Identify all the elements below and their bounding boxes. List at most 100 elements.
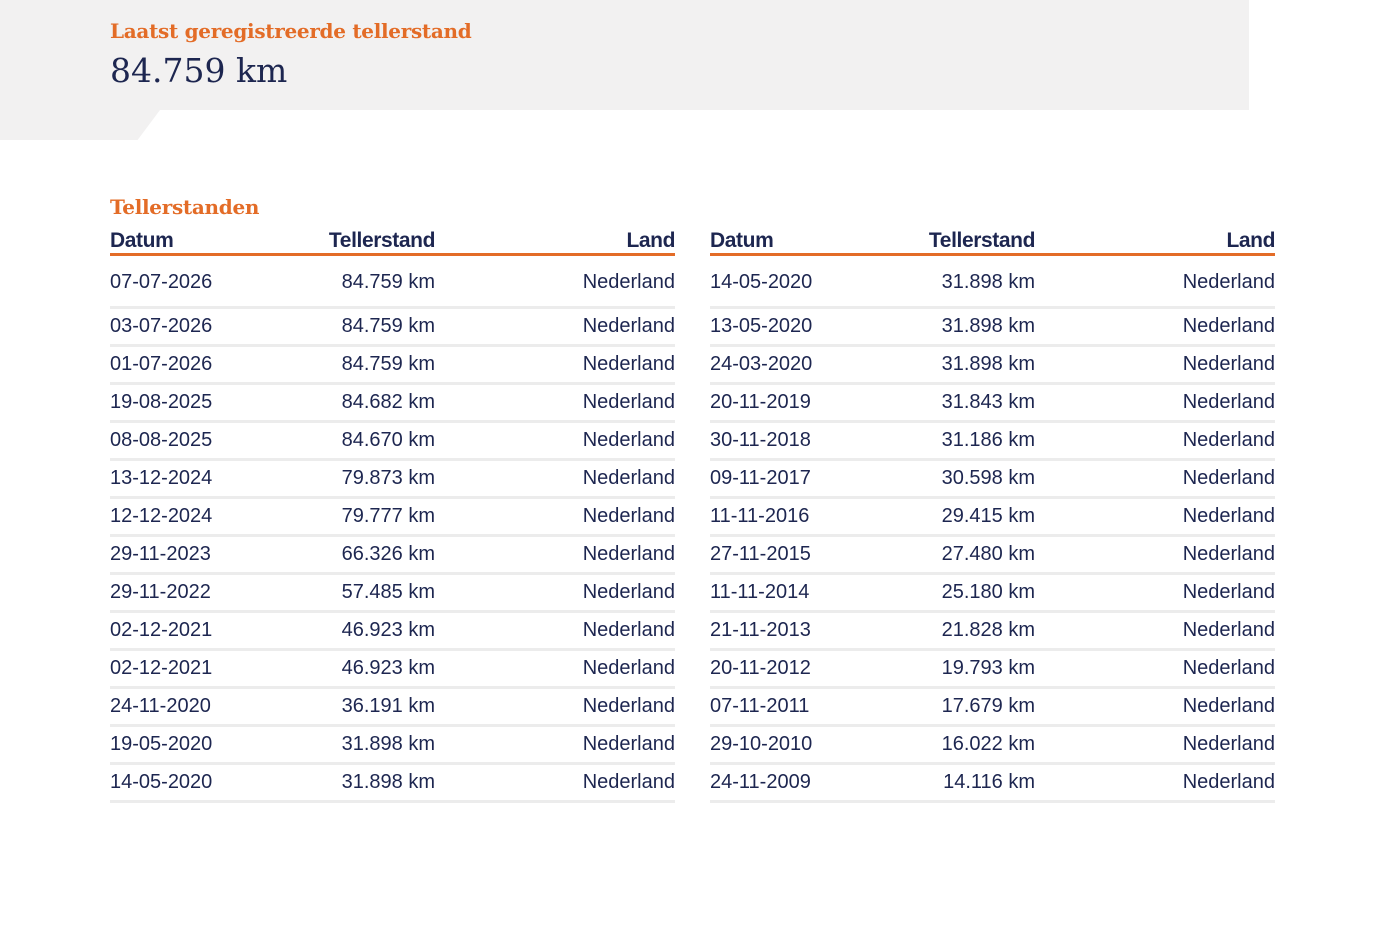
table-row: 19-05-2020 31.898 km Nederland [110, 725, 675, 765]
table-row: 02-12-2021 46.923 km Nederland [110, 649, 675, 689]
cell-date: 11-11-2016 [710, 497, 870, 537]
cell-odometer: 29.415 km [870, 497, 1035, 537]
cell-odometer: 84.759 km [270, 345, 435, 385]
table-row: 24-03-2020 31.898 km Nederland [710, 345, 1275, 385]
cell-date: 07-07-2026 [110, 254, 270, 309]
cell-odometer: 84.682 km [270, 383, 435, 423]
cell-odometer: 17.679 km [870, 687, 1035, 727]
table-row: 20-11-2019 31.843 km Nederland [710, 383, 1275, 423]
column-header-odometer: Tellerstand [870, 228, 1035, 256]
table-row: 01-07-2026 84.759 km Nederland [110, 345, 675, 385]
cell-country: Nederland [1035, 763, 1275, 803]
table-row: 29-11-2023 66.326 km Nederland [110, 535, 675, 575]
table-row: 09-11-2017 30.598 km Nederland [710, 459, 1275, 499]
table-row: 13-12-2024 79.873 km Nederland [110, 459, 675, 499]
cell-country: Nederland [1035, 459, 1275, 499]
table-row: 02-12-2021 46.923 km Nederland [110, 611, 675, 651]
column-header-country: Land [1035, 228, 1275, 256]
cell-country: Nederland [435, 649, 675, 689]
table-row: 07-11-2011 17.679 km Nederland [710, 687, 1275, 727]
column-header-date: Datum [710, 228, 870, 256]
cell-country: Nederland [1035, 573, 1275, 613]
cell-country: Nederland [435, 725, 675, 765]
table-header-row: Datum Tellerstand Land [110, 228, 675, 256]
cell-date: 12-12-2024 [110, 497, 270, 537]
cell-date: 14-05-2020 [110, 763, 270, 803]
table-header-row: Datum Tellerstand Land [710, 228, 1275, 256]
cell-odometer: 36.191 km [270, 687, 435, 727]
cell-country: Nederland [435, 383, 675, 423]
cell-date: 21-11-2013 [710, 611, 870, 651]
cell-date: 27-11-2015 [710, 535, 870, 575]
cell-date: 13-05-2020 [710, 307, 870, 347]
cell-date: 20-11-2019 [710, 383, 870, 423]
table-row: 27-11-2015 27.480 km Nederland [710, 535, 1275, 575]
cell-date: 01-07-2026 [110, 345, 270, 385]
readings-section-title: Tellerstanden [110, 195, 260, 219]
last-reading-panel: Laatst geregistreerde tellerstand 84.759… [0, 0, 1249, 110]
cell-country: Nederland [1035, 383, 1275, 423]
readings-table-body: 14-05-2020 31.898 km Nederland 13-05-2020 31… [710, 254, 1275, 803]
cell-country: Nederland [435, 611, 675, 651]
cell-date: 13-12-2024 [110, 459, 270, 499]
cell-country: Nederland [435, 421, 675, 461]
cell-date: 02-12-2021 [110, 649, 270, 689]
cell-date: 11-11-2014 [710, 573, 870, 613]
table-row: 19-08-2025 84.682 km Nederland [110, 383, 675, 423]
readings-table-body: 07-07-2026 84.759 km Nederland 03-07-2026 84… [110, 254, 675, 803]
cell-odometer: 57.485 km [270, 573, 435, 613]
cell-country: Nederland [1035, 725, 1275, 765]
column-header-country: Land [435, 228, 675, 256]
readings-table-right: Datum Tellerstand Land 14-05-2020 31.898 … [710, 228, 1275, 803]
cell-date: 29-10-2010 [710, 725, 870, 765]
table-row: 07-07-2026 84.759 km Nederland [110, 254, 675, 309]
vehicle-report-page: Laatst geregistreerde tellerstand 84.759… [0, 0, 1400, 929]
cell-odometer: 14.116 km [870, 763, 1035, 803]
table-row: 14-05-2020 31.898 km Nederland [710, 254, 1275, 309]
table-row: 24-11-2020 36.191 km Nederland [110, 687, 675, 727]
cell-odometer: 79.777 km [270, 497, 435, 537]
cell-odometer: 31.186 km [870, 421, 1035, 461]
cell-odometer: 84.759 km [270, 307, 435, 347]
table-row: 30-11-2018 31.186 km Nederland [710, 421, 1275, 461]
cell-country: Nederland [1035, 421, 1275, 461]
cell-country: Nederland [435, 254, 675, 309]
cell-country: Nederland [435, 573, 675, 613]
table-row: 29-10-2010 16.022 km Nederland [710, 725, 1275, 765]
cell-odometer: 30.598 km [870, 459, 1035, 499]
cell-odometer: 31.898 km [870, 254, 1035, 309]
cell-date: 03-07-2026 [110, 307, 270, 347]
cell-odometer: 66.326 km [270, 535, 435, 575]
cell-country: Nederland [435, 763, 675, 803]
cell-odometer: 31.898 km [870, 345, 1035, 385]
last-reading-label: Laatst geregistreerde tellerstand [110, 19, 472, 43]
cell-odometer: 31.898 km [270, 763, 435, 803]
cell-odometer: 16.022 km [870, 725, 1035, 765]
cell-date: 02-12-2021 [110, 611, 270, 651]
cell-country: Nederland [435, 307, 675, 347]
table-row: 03-07-2026 84.759 km Nederland [110, 307, 675, 347]
cell-odometer: 46.923 km [270, 611, 435, 651]
table-row: 08-08-2025 84.670 km Nederland [110, 421, 675, 461]
cell-country: Nederland [435, 459, 675, 499]
cell-date: 07-11-2011 [710, 687, 870, 727]
table-row: 13-05-2020 31.898 km Nederland [710, 307, 1275, 347]
cell-odometer: 31.898 km [870, 307, 1035, 347]
cell-date: 30-11-2018 [710, 421, 870, 461]
table-row: 20-11-2012 19.793 km Nederland [710, 649, 1275, 689]
cell-country: Nederland [435, 687, 675, 727]
cell-date: 24-03-2020 [710, 345, 870, 385]
cell-date: 29-11-2022 [110, 573, 270, 613]
cell-country: Nederland [1035, 649, 1275, 689]
cell-odometer: 27.480 km [870, 535, 1035, 575]
cell-date: 24-11-2009 [710, 763, 870, 803]
table-row: 24-11-2009 14.116 km Nederland [710, 763, 1275, 803]
cell-odometer: 84.670 km [270, 421, 435, 461]
cell-country: Nederland [435, 345, 675, 385]
last-reading-value: 84.759 km [110, 51, 288, 90]
cell-odometer: 25.180 km [870, 573, 1035, 613]
cell-country: Nederland [1035, 254, 1275, 309]
cell-country: Nederland [1035, 307, 1275, 347]
cell-date: 19-08-2025 [110, 383, 270, 423]
cell-date: 20-11-2012 [710, 649, 870, 689]
